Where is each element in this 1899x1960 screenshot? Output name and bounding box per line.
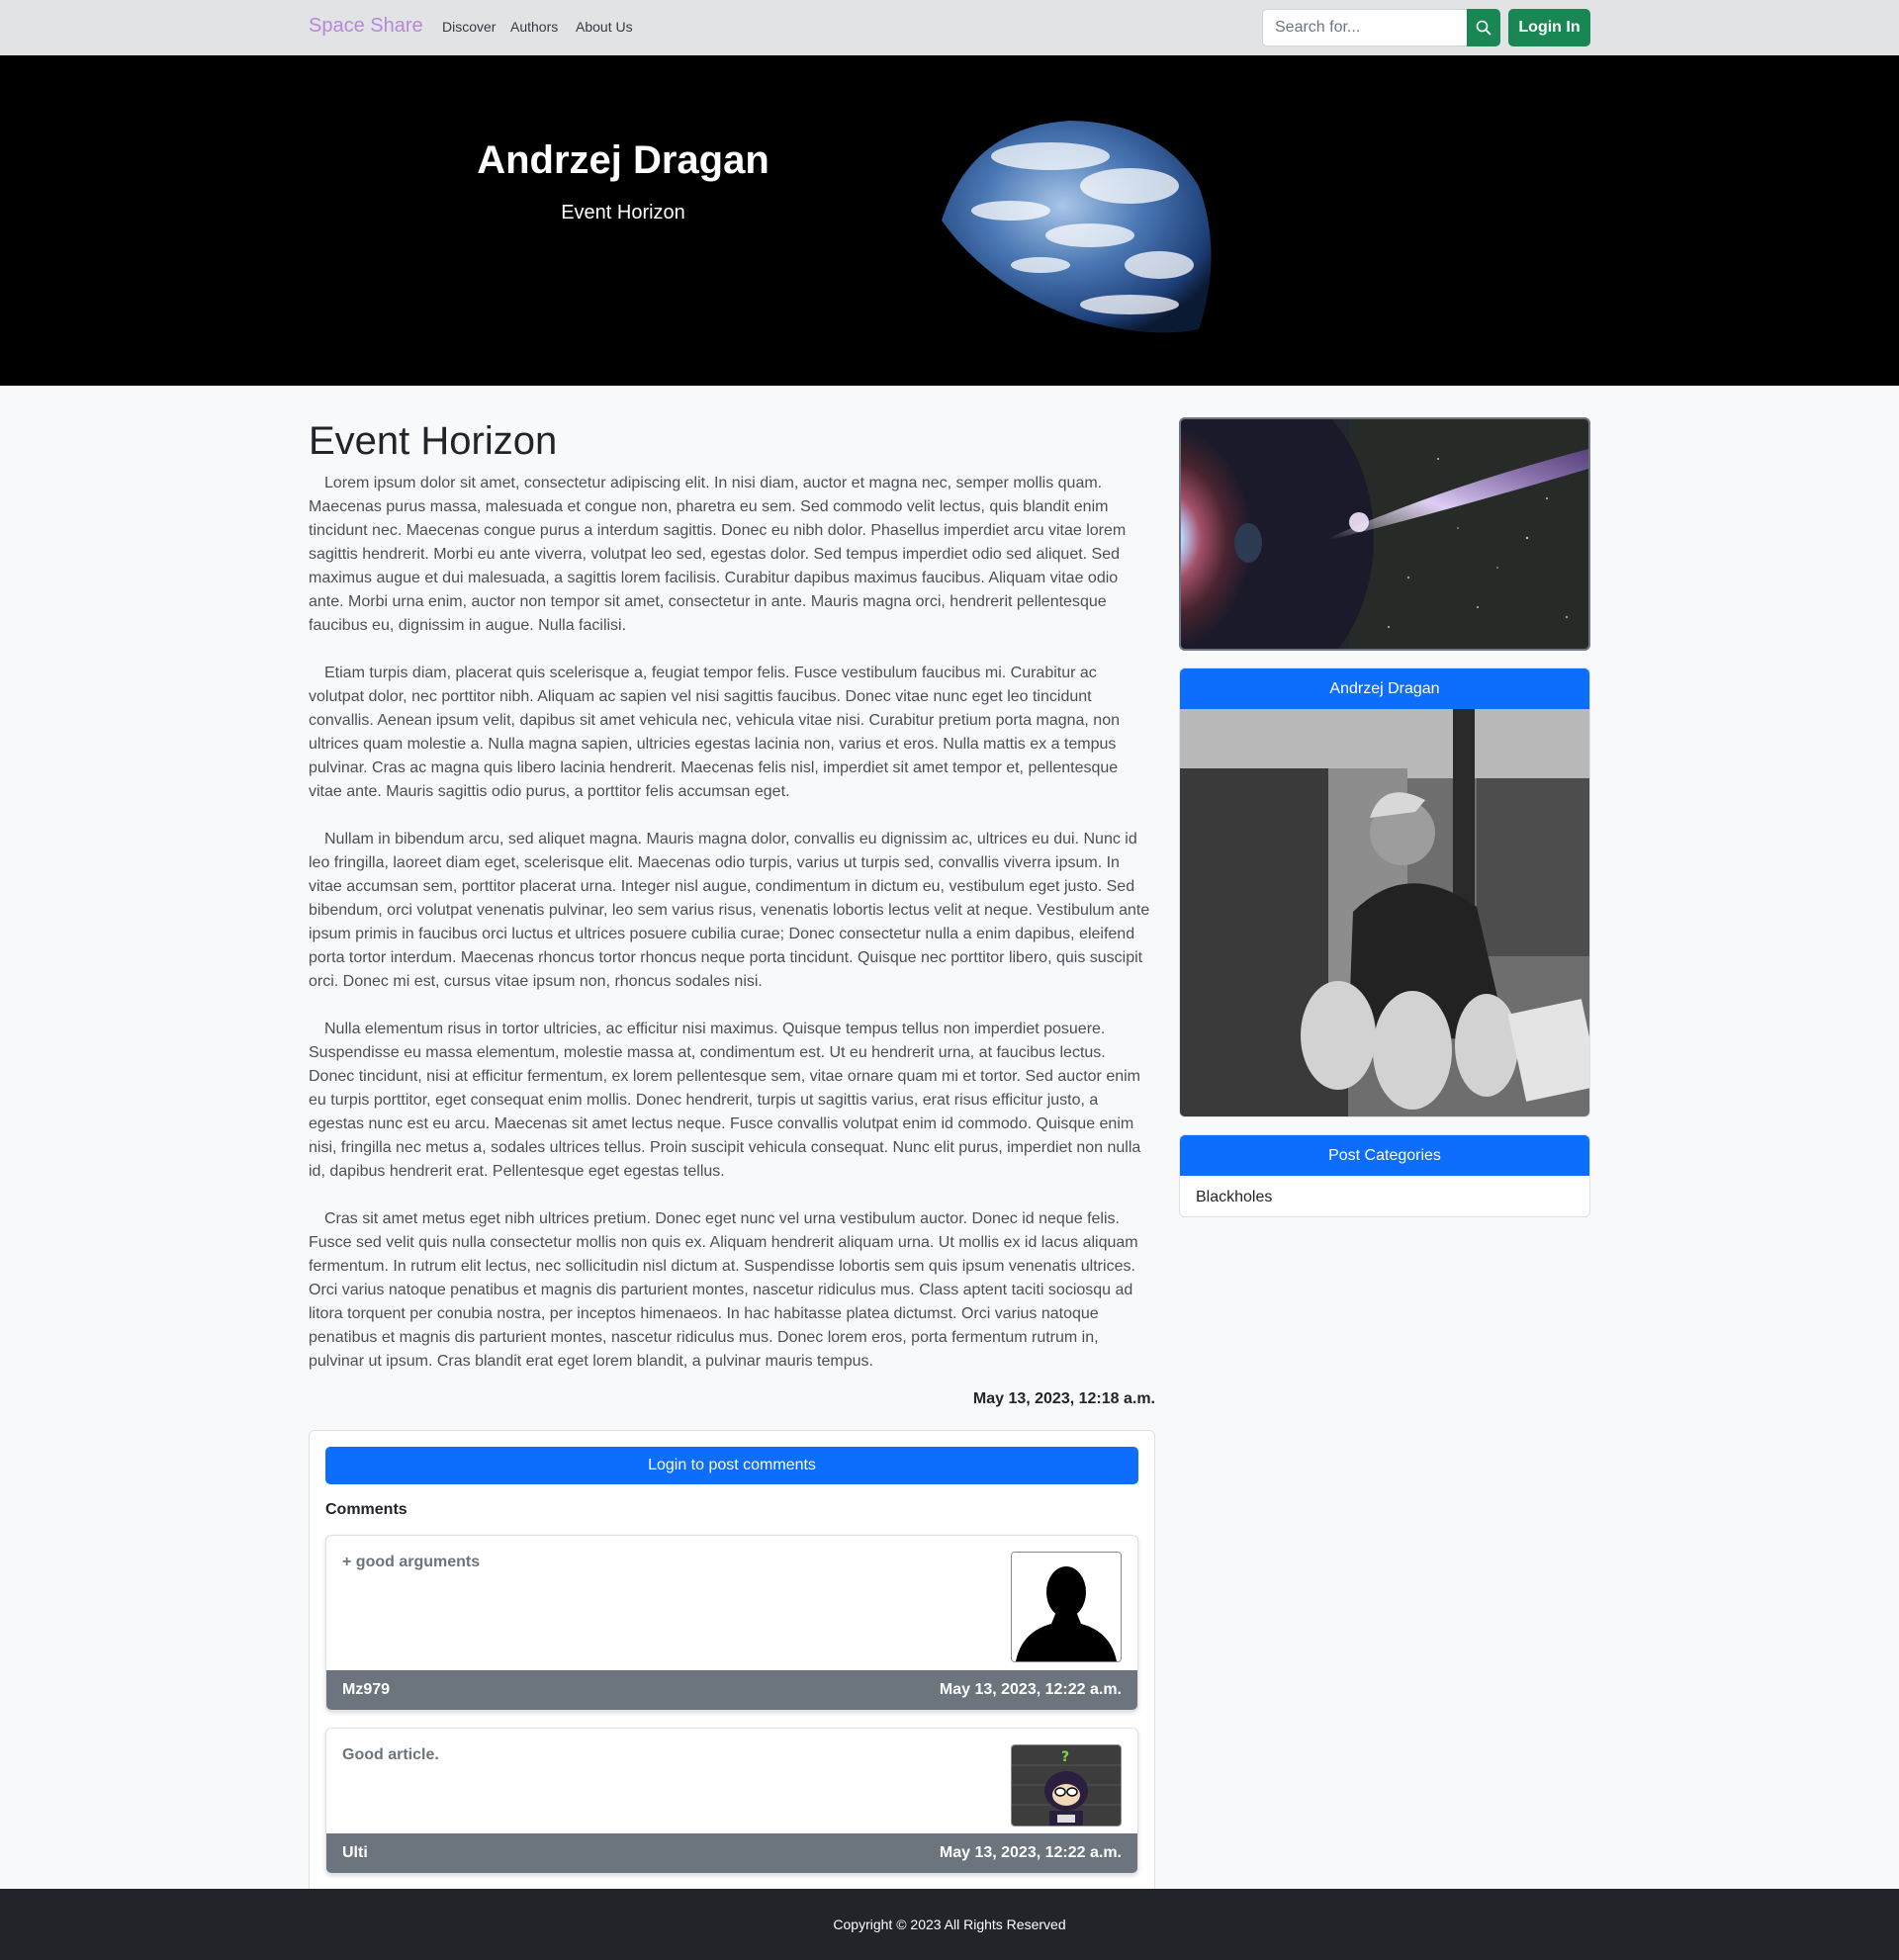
comment-card: + good arguments Mz979 May 13, 2023, 12:… <box>325 1535 1138 1711</box>
category-link-blackholes[interactable]: Blackholes <box>1196 1189 1272 1206</box>
categories-card: Post Categories Blackholes <box>1179 1134 1590 1217</box>
comment-text: + good arguments <box>342 1554 481 1570</box>
post-paragraph: Etiam turpis diam, placerat quis sceleri… <box>309 665 1120 800</box>
post-paragraph: Cras sit amet metus eget nibh ultrices p… <box>309 1210 1138 1370</box>
black-hole-image <box>1181 419 1588 649</box>
search-button[interactable] <box>1467 9 1500 46</box>
hero-subtitle: Event Horizon <box>561 202 685 223</box>
nav-link-about-us[interactable]: About Us <box>576 19 633 35</box>
comment-text: Good article. <box>342 1746 439 1763</box>
search-icon <box>1476 20 1492 36</box>
login-button[interactable]: Login In <box>1508 9 1590 46</box>
nav-link-discover[interactable]: Discover <box>442 19 496 35</box>
post-date: May 13, 2023, 12:18 a.m. <box>972 1390 1155 1407</box>
earth-image <box>942 121 1212 333</box>
hero-banner: Andrzej Dragan Event Horizon <box>0 55 1899 386</box>
footer: Copyright © 2023 All Rights Reserved <box>0 1889 1899 1960</box>
avatar: ? <box>1011 1744 1122 1826</box>
comment-footer: Mz979 May 13, 2023, 12:22 a.m. <box>326 1670 1137 1710</box>
comments-card: Login to post comments Comments + good a… <box>309 1430 1155 1960</box>
post-title: Event Horizon <box>309 419 558 463</box>
categories-card-title: Post Categories <box>1180 1135 1589 1176</box>
post-paragraph: Lorem ipsum dolor sit amet, consectetur … <box>309 475 1127 634</box>
comment-username[interactable]: Mz979 <box>342 1681 390 1699</box>
copyright-text: Copyright © 2023 All Rights Reserved <box>833 1916 1066 1932</box>
comment-date: May 13, 2023, 12:22 a.m. <box>939 1681 1122 1698</box>
navbar: Space Share Discover Authors About Us Lo… <box>0 0 1899 55</box>
comment-footer: Ulti May 13, 2023, 12:22 a.m. <box>326 1833 1137 1873</box>
hero-author-name: Andrzej Dragan <box>477 138 769 182</box>
svg-text:?: ? <box>1061 1749 1069 1765</box>
author-card: Andrzej Dragan <box>1179 668 1590 1117</box>
brand-logo[interactable]: Space Share <box>309 15 423 38</box>
comments-heading: Comments <box>325 1501 407 1518</box>
post-paragraph: Nullam in bibendum arcu, sed aliquet mag… <box>309 831 1150 990</box>
default-user-icon <box>1012 1553 1121 1661</box>
post-cover-image <box>1179 417 1590 651</box>
author-photo <box>1180 709 1589 1116</box>
search-input[interactable] <box>1262 9 1467 46</box>
comment-username[interactable]: Ulti <box>342 1844 368 1862</box>
avatar <box>1011 1552 1122 1662</box>
post-paragraph: Nulla elementum risus in tortor ultricie… <box>309 1021 1141 1180</box>
post-body: Lorem ipsum dolor sit amet, consectetur … <box>309 472 1155 1397</box>
login-to-comment-button[interactable]: Login to post comments <box>325 1447 1138 1484</box>
comment-date: May 13, 2023, 12:22 a.m. <box>939 1844 1122 1861</box>
cartoon-avatar-icon: ? <box>1012 1745 1121 1826</box>
comment-card: Good article. ? Ulti May 13, 2023, 12:22… <box>325 1728 1138 1874</box>
nav-link-authors[interactable]: Authors <box>510 19 558 35</box>
author-card-title[interactable]: Andrzej Dragan <box>1180 668 1589 709</box>
